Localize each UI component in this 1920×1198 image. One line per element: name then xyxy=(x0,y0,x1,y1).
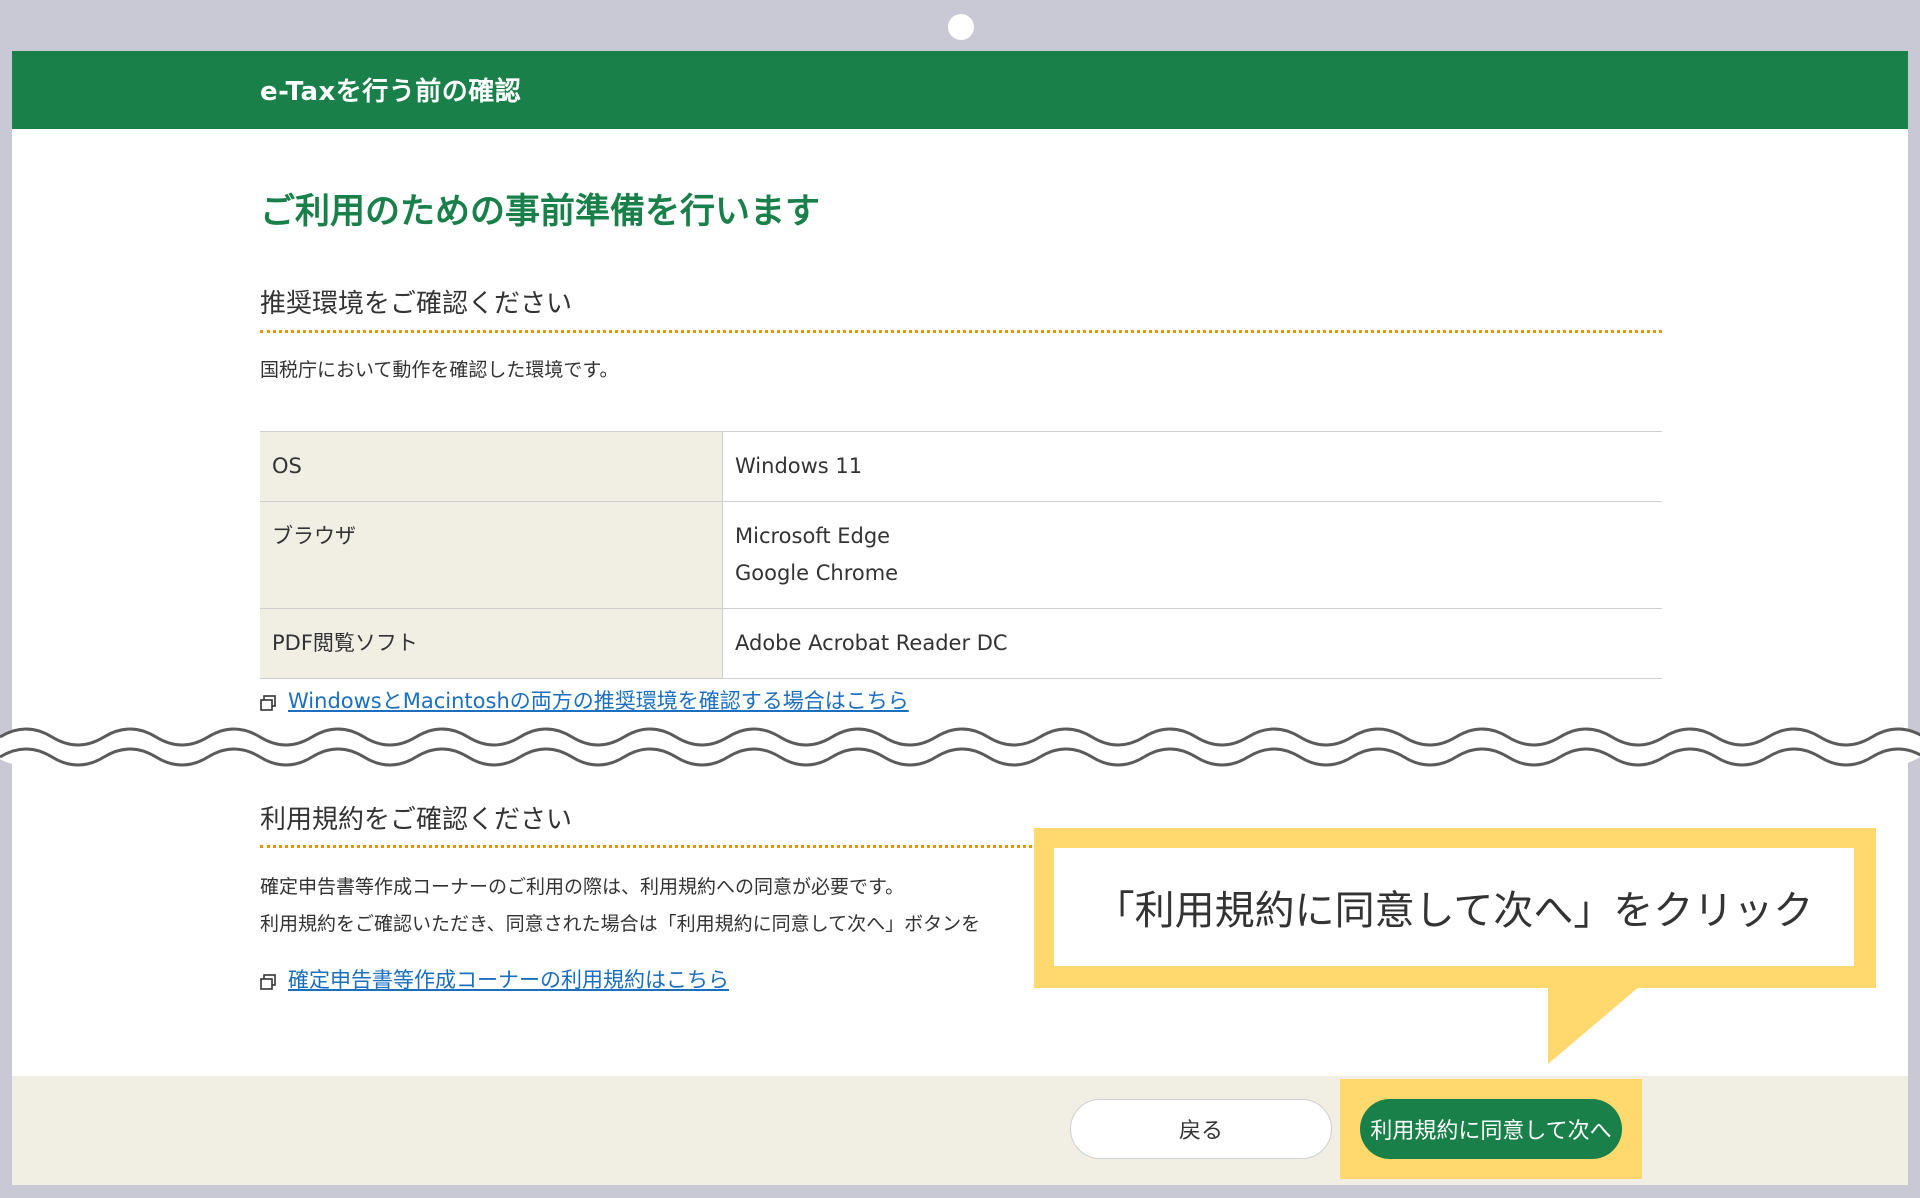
env-section-divider xyxy=(260,330,1662,333)
env-label-browser: ブラウザ xyxy=(260,501,723,609)
header-title: e-Taxを行う前の確認 xyxy=(260,77,522,107)
env-value: Windows 11 xyxy=(735,454,863,478)
env-value-pdf: Adobe Acrobat Reader DC xyxy=(722,608,1662,679)
terms-section-title: 利用規約をご確認ください xyxy=(260,805,573,835)
env-label-pdf: PDF閲覧ソフト xyxy=(260,608,723,679)
wave-break-divider xyxy=(0,727,1920,767)
table-row: OS Windows 11 xyxy=(260,431,1662,502)
env-value: Microsoft Edge xyxy=(735,524,891,548)
env-value-os: Windows 11 xyxy=(722,431,1662,502)
instruction-callout: 「利用規約に同意して次へ」をクリック xyxy=(1034,828,1876,988)
env-description: 国税庁において動作を確認した環境です。 xyxy=(260,359,619,381)
table-row: ブラウザ Microsoft Edge Google Chrome xyxy=(260,501,1662,609)
page-title: ご利用のための事前準備を行います xyxy=(260,192,821,232)
back-button[interactable]: 戻る xyxy=(1070,1099,1332,1159)
terms-line-2: 利用規約をご確認いただき、同意された場合は「利用規約に同意して次へ」ボタンを xyxy=(260,913,981,935)
table-row: PDF閲覧ソフト Adobe Acrobat Reader DC xyxy=(260,608,1662,679)
agree-next-button[interactable]: 利用規約に同意して次へ xyxy=(1360,1099,1622,1159)
callout-text: 「利用規約に同意して次へ」をクリック xyxy=(1054,848,1854,966)
env-table: OS Windows 11 ブラウザ Microsoft Edge Google… xyxy=(260,431,1662,679)
env-value: Adobe Acrobat Reader DC xyxy=(735,631,1008,655)
new-window-icon xyxy=(260,974,276,990)
env-section-title: 推奨環境をご確認ください xyxy=(260,289,573,319)
terms-line-1: 確定申告書等作成コーナーのご利用の際は、利用規約への同意が必要です。 xyxy=(260,876,905,898)
callout-tail xyxy=(1548,986,1640,1064)
terms-link-row: 確定申告書等作成コーナーの利用規約はこちら xyxy=(260,964,729,994)
header-bar: e-Taxを行う前の確認 xyxy=(12,51,1908,129)
env-value: Google Chrome xyxy=(735,561,899,585)
env-label-os: OS xyxy=(260,431,723,502)
terms-link[interactable]: 確定申告書等作成コーナーの利用規約はこちら xyxy=(288,964,729,994)
new-window-icon xyxy=(260,695,276,711)
device-camera xyxy=(948,14,974,40)
env-value-browser: Microsoft Edge Google Chrome xyxy=(722,501,1662,609)
